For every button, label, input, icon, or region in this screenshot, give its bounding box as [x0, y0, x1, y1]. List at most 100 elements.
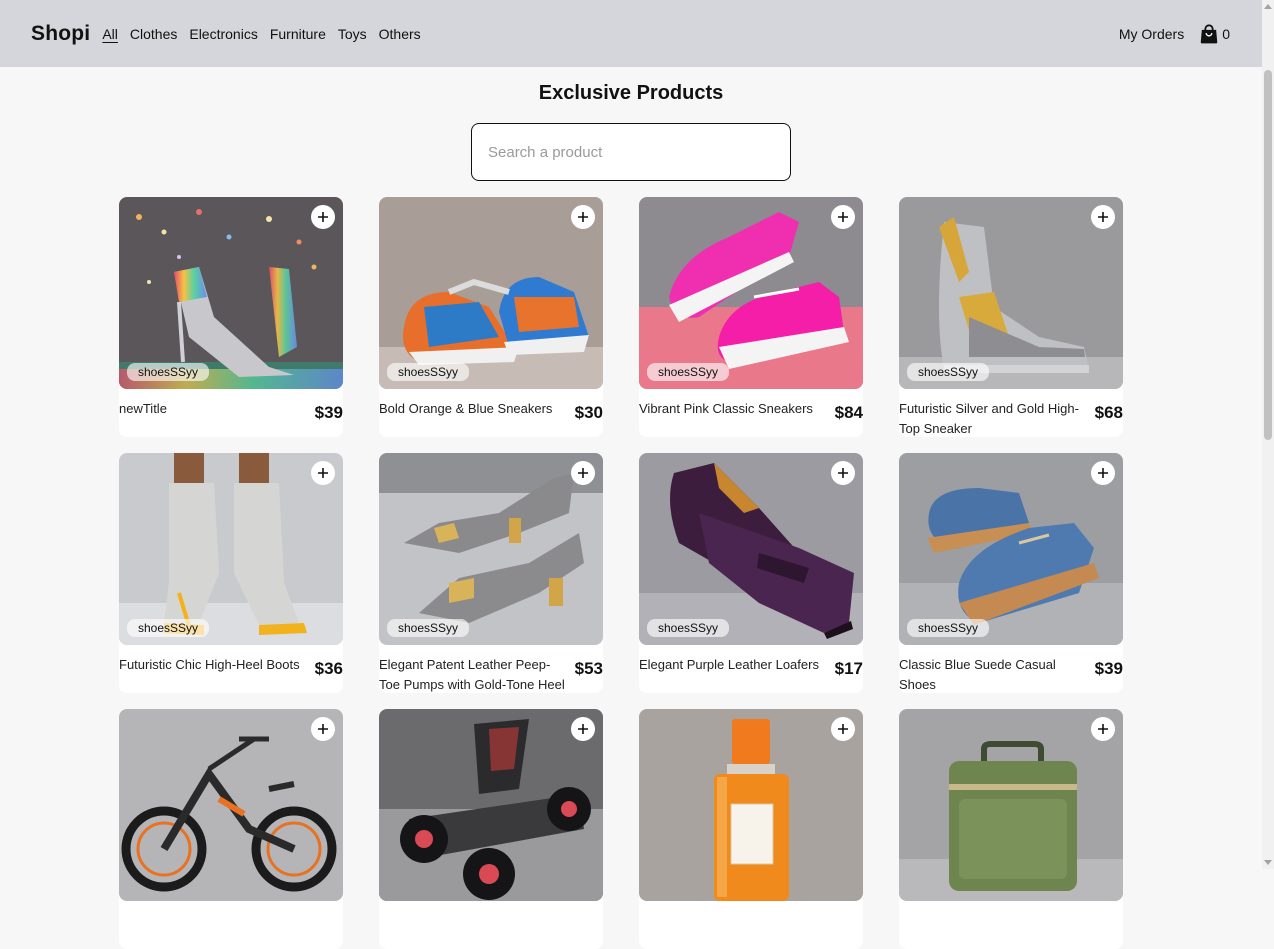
cart-count: 0: [1222, 25, 1230, 42]
add-to-cart-button[interactable]: [831, 461, 855, 485]
scrollbar[interactable]: [1262, 0, 1274, 869]
silver-gold-boot-image: [899, 197, 1123, 389]
product-card[interactable]: shoesSSyy Futuristic Chic High-Heel Boot…: [119, 453, 343, 693]
product-info: Elegant Patent Leather Peep-Toe Pumps wi…: [379, 645, 603, 695]
add-to-cart-button[interactable]: [1091, 461, 1115, 485]
add-to-cart-button[interactable]: [1091, 205, 1115, 229]
plus-icon: [838, 212, 848, 222]
nav-right: My Orders 0: [1119, 23, 1230, 45]
plus-icon: [1098, 724, 1108, 734]
product-category-badge: shoesSSyy: [387, 619, 470, 637]
orange-blue-sneakers-image: [379, 197, 603, 389]
product-price: $53: [574, 659, 603, 678]
pink-sneakers-image: [639, 197, 863, 389]
product-card[interactable]: [639, 709, 863, 949]
add-to-cart-button[interactable]: [831, 205, 855, 229]
product-price: $36: [314, 659, 343, 678]
plus-icon: [578, 468, 588, 478]
plus-icon: [838, 468, 848, 478]
blue-suede-shoes-image: [899, 453, 1123, 645]
product-image: [119, 709, 343, 901]
green-suitcase-image: [899, 709, 1123, 901]
go-kart-image: [379, 709, 603, 901]
product-grid: shoesSSyy newTitle $39 shoesSSyy Bold Or…: [119, 197, 1123, 949]
product-card[interactable]: [119, 709, 343, 949]
product-name: Futuristic Chic High-Heel Boots: [119, 657, 300, 672]
product-image: [379, 709, 603, 901]
nav-left: Shopi All Clothes Electronics Furniture …: [31, 22, 433, 46]
product-image: shoesSSyy: [639, 197, 863, 389]
product-price: $39: [1094, 659, 1123, 678]
product-info: Futuristic Chic High-Heel Boots $36: [119, 645, 343, 681]
product-image: shoesSSyy: [639, 453, 863, 645]
cart-button[interactable]: 0: [1198, 23, 1230, 45]
add-to-cart-button[interactable]: [571, 205, 595, 229]
add-to-cart-button[interactable]: [1091, 717, 1115, 741]
product-image: shoesSSyy: [119, 453, 343, 645]
product-card[interactable]: shoesSSyy newTitle $39: [119, 197, 343, 437]
product-name: Vibrant Pink Classic Sneakers: [639, 401, 813, 416]
product-card[interactable]: shoesSSyy Elegant Purple Leather Loafers…: [639, 453, 863, 693]
product-price: $39: [314, 403, 343, 422]
product-card[interactable]: shoesSSyy Elegant Patent Leather Peep-To…: [379, 453, 603, 693]
scroll-up-arrow-icon[interactable]: [1264, 4, 1272, 9]
product-price: $84: [834, 403, 863, 422]
product-card[interactable]: shoesSSyy Classic Blue Suede Casual Shoe…: [899, 453, 1123, 693]
nav-category-furniture[interactable]: Furniture: [270, 26, 326, 42]
product-info: Elegant Purple Leather Loafers $17: [639, 645, 863, 681]
product-name: Elegant Patent Leather Peep-Toe Pumps wi…: [379, 657, 565, 692]
product-price: $68: [1094, 403, 1123, 422]
plus-icon: [318, 724, 328, 734]
nav-category-all[interactable]: All: [102, 26, 118, 42]
plus-icon: [578, 212, 588, 222]
product-name: Bold Orange & Blue Sneakers: [379, 401, 553, 416]
nav-category-toys[interactable]: Toys: [338, 26, 367, 42]
product-info: Classic Blue Suede Casual Shoes $39: [899, 645, 1123, 695]
product-card[interactable]: shoesSSyy Futuristic Silver and Gold Hig…: [899, 197, 1123, 437]
product-price: $17: [834, 659, 863, 678]
scroll-down-arrow-icon[interactable]: [1264, 860, 1272, 865]
product-image: [899, 709, 1123, 901]
product-info: Futuristic Silver and Gold High-Top Snea…: [899, 389, 1123, 439]
product-image: shoesSSyy: [899, 453, 1123, 645]
product-image: shoesSSyy: [379, 453, 603, 645]
product-card[interactable]: shoesSSyy Vibrant Pink Classic Sneakers …: [639, 197, 863, 437]
product-info: Bold Orange & Blue Sneakers $30: [379, 389, 603, 425]
purple-loafers-image: [639, 453, 863, 645]
product-name: Classic Blue Suede Casual Shoes: [899, 657, 1056, 692]
add-to-cart-button[interactable]: [311, 717, 335, 741]
product-card[interactable]: [379, 709, 603, 949]
product-category-badge: shoesSSyy: [907, 619, 990, 637]
product-category-badge: shoesSSyy: [907, 363, 990, 381]
product-card[interactable]: shoesSSyy Bold Orange & Blue Sneakers $3…: [379, 197, 603, 437]
product-category-badge: shoesSSyy: [647, 363, 730, 381]
product-image: [639, 709, 863, 901]
scrollbar-thumb[interactable]: [1264, 70, 1272, 440]
add-to-cart-button[interactable]: [571, 461, 595, 485]
product-info: Vibrant Pink Classic Sneakers $84: [639, 389, 863, 425]
product-name: Elegant Purple Leather Loafers: [639, 657, 819, 672]
add-to-cart-button[interactable]: [571, 717, 595, 741]
add-to-cart-button[interactable]: [311, 461, 335, 485]
nav-category-electronics[interactable]: Electronics: [189, 26, 257, 42]
add-to-cart-button[interactable]: [311, 205, 335, 229]
add-to-cart-button[interactable]: [831, 717, 855, 741]
product-name: newTitle: [119, 401, 167, 416]
nav-category-others[interactable]: Others: [379, 26, 421, 42]
search-input[interactable]: [471, 123, 791, 181]
product-info: newTitle $39: [119, 389, 343, 425]
product-image: shoesSSyy: [379, 197, 603, 389]
product-image: shoesSSyy: [119, 197, 343, 389]
page-title: Exclusive Products: [538, 82, 724, 104]
shopping-bag-icon: [1200, 23, 1218, 43]
nav-category-clothes[interactable]: Clothes: [130, 26, 177, 42]
plus-icon: [1098, 212, 1108, 222]
product-card[interactable]: [899, 709, 1123, 949]
perfume-bottle-image: [639, 709, 863, 901]
product-name: Futuristic Silver and Gold High-Top Snea…: [899, 401, 1079, 436]
grey-peep-toe-pumps-image: [379, 453, 603, 645]
my-orders-link[interactable]: My Orders: [1119, 26, 1184, 42]
brand-logo[interactable]: Shopi: [31, 22, 90, 46]
product-price: $30: [574, 403, 603, 422]
product-category-badge: shoesSSyy: [387, 363, 470, 381]
